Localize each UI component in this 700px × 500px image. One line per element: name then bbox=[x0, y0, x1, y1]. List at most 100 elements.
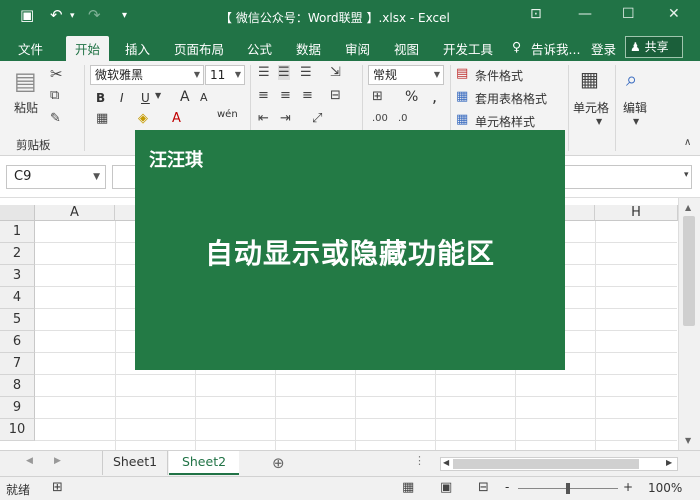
fill-color-icon[interactable]: ◈ bbox=[138, 111, 148, 126]
font-name-select[interactable]: 微软雅黑 ▼ bbox=[90, 65, 204, 85]
login-link[interactable]: 登录 bbox=[591, 39, 616, 58]
close-icon[interactable]: ✕ bbox=[668, 6, 680, 22]
page-break-view-icon[interactable]: ⊟ bbox=[478, 480, 489, 495]
scroll-thumb[interactable] bbox=[683, 216, 695, 326]
align-right-icon[interactable]: ≡ bbox=[302, 88, 313, 103]
macro-record-icon[interactable]: ⊞ bbox=[52, 480, 63, 495]
underline-button[interactable]: U bbox=[141, 91, 150, 105]
editing-button[interactable]: 编辑 bbox=[623, 99, 647, 116]
window-title: 【 微信公众号：Word联盟 】.xlsx - Excel bbox=[220, 11, 450, 25]
chevron-down-icon[interactable]: ▼ bbox=[155, 91, 161, 100]
row-header-6[interactable]: 6 bbox=[0, 331, 35, 353]
chevron-down-icon: ▼ bbox=[234, 70, 241, 79]
italic-button[interactable]: I bbox=[120, 91, 124, 105]
cells-button[interactable]: 单元格 bbox=[573, 99, 609, 116]
horizontal-scrollbar[interactable]: ◀ ▶ bbox=[440, 457, 678, 471]
row-header-1[interactable]: 1 bbox=[0, 221, 35, 243]
tab-data[interactable]: 数据 bbox=[296, 39, 321, 58]
increase-indent-icon[interactable]: ⇥ bbox=[280, 111, 291, 126]
tab-insert[interactable]: 插入 bbox=[125, 39, 150, 58]
tab-view[interactable]: 视图 bbox=[394, 39, 419, 58]
decrease-font-button[interactable]: A bbox=[200, 91, 208, 104]
normal-view-icon[interactable]: ▦ bbox=[402, 480, 414, 495]
tab-review[interactable]: 审阅 bbox=[345, 39, 370, 58]
customize-qat-icon[interactable]: ▾ bbox=[122, 10, 127, 21]
merge-center-icon[interactable]: ⊟ bbox=[330, 88, 341, 103]
bold-button[interactable]: B bbox=[96, 91, 105, 105]
tab-page-layout[interactable]: 页面布局 bbox=[174, 39, 224, 58]
percent-button[interactable]: % bbox=[405, 89, 418, 105]
column-header-a[interactable]: A bbox=[35, 205, 115, 221]
tab-split-icon[interactable]: ⋮ bbox=[414, 454, 425, 467]
share-button[interactable]: ♟ 共享 bbox=[625, 36, 683, 58]
tell-me-box[interactable]: 告诉我... bbox=[531, 39, 580, 58]
undo-icon[interactable]: ↶ bbox=[50, 6, 63, 24]
row-header-4[interactable]: 4 bbox=[0, 287, 35, 309]
number-format-select[interactable]: 常规 ▼ bbox=[368, 65, 444, 85]
paste-button[interactable]: 粘贴 bbox=[14, 99, 38, 116]
increase-font-button[interactable]: A bbox=[180, 89, 190, 105]
decrease-decimal-icon[interactable]: .0 bbox=[398, 113, 408, 124]
sheet-tab-sheet1[interactable]: Sheet1 bbox=[102, 451, 168, 475]
tab-developer[interactable]: 开发工具 bbox=[443, 39, 493, 58]
sheet-tab-sheet2[interactable]: Sheet2 bbox=[169, 451, 239, 475]
zoom-slider-thumb[interactable] bbox=[566, 483, 570, 494]
expand-formula-bar-icon[interactable]: ▾ bbox=[684, 170, 689, 180]
vertical-scrollbar[interactable]: ▲ ▼ bbox=[678, 198, 700, 450]
page-layout-view-icon[interactable]: ▣ bbox=[440, 480, 452, 495]
align-bottom-icon[interactable]: ☰ bbox=[300, 65, 312, 80]
increase-decimal-icon[interactable]: .00 bbox=[372, 113, 388, 124]
borders-icon[interactable]: ▦ bbox=[96, 111, 108, 126]
next-sheet-icon[interactable]: ▶ bbox=[54, 456, 61, 466]
scroll-left-icon[interactable]: ◀ bbox=[443, 458, 449, 467]
orientation-icon[interactable]: ⤢ bbox=[312, 111, 322, 126]
cell-styles-button[interactable]: 单元格样式 bbox=[475, 113, 535, 130]
cut-icon[interactable]: ✂ bbox=[50, 65, 63, 83]
row-header-8[interactable]: 8 bbox=[0, 375, 35, 397]
row-header-10[interactable]: 10 bbox=[0, 419, 35, 441]
redo-icon[interactable]: ↷ bbox=[88, 6, 101, 24]
scroll-up-icon[interactable]: ▲ bbox=[685, 203, 691, 212]
row-header-3[interactable]: 3 bbox=[0, 265, 35, 287]
minimize-icon[interactable]: — bbox=[578, 6, 592, 22]
row-header-2[interactable]: 2 bbox=[0, 243, 35, 265]
zoom-in-button[interactable]: + bbox=[623, 480, 633, 494]
wrap-text-icon[interactable]: ⇲ bbox=[330, 65, 341, 80]
tab-formulas[interactable]: 公式 bbox=[247, 39, 272, 58]
scroll-thumb[interactable] bbox=[453, 459, 639, 469]
column-header-h[interactable]: H bbox=[595, 205, 678, 221]
decrease-indent-icon[interactable]: ⇤ bbox=[258, 111, 269, 126]
save-icon[interactable]: ▣ bbox=[20, 6, 34, 24]
undo-dropdown-icon[interactable]: ▾ bbox=[70, 11, 75, 21]
font-color-icon[interactable]: A bbox=[172, 111, 181, 126]
paste-icon[interactable]: ▤ bbox=[14, 67, 37, 95]
align-top-icon[interactable]: ☰ bbox=[258, 65, 270, 80]
align-middle-icon[interactable]: ☰ bbox=[278, 65, 290, 80]
accounting-format-icon[interactable]: ⊞ bbox=[372, 89, 383, 104]
format-as-table-button[interactable]: 套用表格格式 bbox=[475, 90, 547, 107]
scroll-down-icon[interactable]: ▼ bbox=[685, 436, 691, 445]
maximize-icon[interactable]: ☐ bbox=[622, 6, 635, 22]
phonetic-button[interactable]: wén bbox=[217, 109, 238, 120]
row-header-7[interactable]: 7 bbox=[0, 353, 35, 375]
align-left-icon[interactable]: ≡ bbox=[258, 88, 269, 103]
conditional-format-button[interactable]: 条件格式 bbox=[475, 67, 523, 84]
ribbon-display-options-icon[interactable]: ⊡ bbox=[530, 6, 542, 22]
zoom-out-button[interactable]: - bbox=[505, 480, 509, 494]
name-box[interactable]: C9 ▼ bbox=[6, 165, 106, 189]
select-all-corner[interactable] bbox=[0, 205, 35, 221]
row-header-5[interactable]: 5 bbox=[0, 309, 35, 331]
prev-sheet-icon[interactable]: ◀ bbox=[26, 456, 33, 466]
add-sheet-icon[interactable]: ⊕ bbox=[272, 454, 285, 472]
font-size-select[interactable]: 11 ▼ bbox=[205, 65, 245, 85]
copy-icon[interactable]: ⧉ bbox=[50, 88, 59, 103]
format-painter-icon[interactable]: ✎ bbox=[50, 111, 61, 126]
zoom-level[interactable]: 100% bbox=[648, 481, 682, 495]
tab-home[interactable]: 开始 bbox=[66, 36, 110, 64]
align-center-icon[interactable]: ≡ bbox=[280, 88, 291, 103]
tab-file[interactable]: 文件 bbox=[18, 39, 43, 58]
scroll-right-icon[interactable]: ▶ bbox=[666, 458, 672, 467]
collapse-ribbon-icon[interactable]: ∧ bbox=[684, 137, 691, 148]
comma-button[interactable]: , bbox=[432, 87, 437, 106]
row-header-9[interactable]: 9 bbox=[0, 397, 35, 419]
